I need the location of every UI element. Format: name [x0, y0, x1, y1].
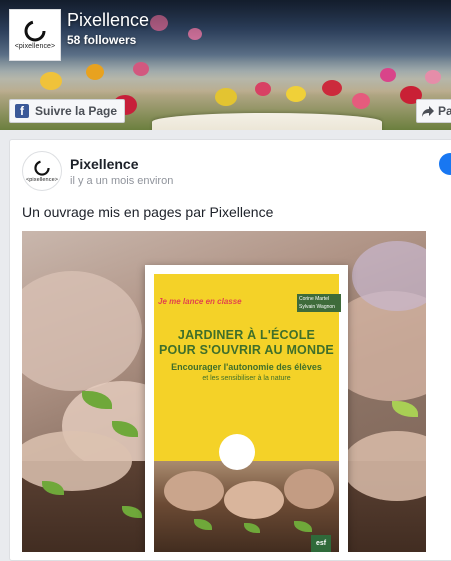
post-timestamp[interactable]: il y a un mois environ	[70, 175, 173, 187]
post-author-link[interactable]: Pixellence	[70, 156, 139, 172]
logo-mark-icon	[34, 159, 50, 176]
seedling	[244, 523, 260, 533]
cover-flower	[322, 80, 342, 96]
cover-flower	[352, 93, 370, 109]
book-subtitle-2: et les sensibiliser à la nature	[202, 375, 291, 382]
facebook-icon: f	[15, 104, 29, 118]
cover-flower	[286, 86, 306, 102]
seedling	[194, 519, 212, 530]
follow-page-button[interactable]: f Suivre la Page	[9, 99, 125, 123]
share-label: Pa	[438, 104, 451, 118]
post-avatar[interactable]: <pixellence>	[22, 151, 62, 191]
cover-flower	[40, 72, 62, 90]
page-logo[interactable]: <pixellence>	[9, 9, 61, 61]
post-image[interactable]: Je me lance en classe Corine Martel Sylv…	[22, 231, 426, 552]
hand-shape	[224, 481, 284, 519]
logo-mark-icon	[24, 20, 46, 42]
book-tagline: Je me lance en classe	[158, 297, 242, 306]
seedling	[294, 521, 312, 532]
cover-flower	[133, 62, 149, 76]
cover-flower	[425, 70, 441, 84]
book-cover-circle	[219, 434, 255, 470]
share-button[interactable]: Pa	[416, 99, 451, 123]
hand-shape	[284, 469, 334, 509]
cover-flower	[215, 88, 237, 106]
cover-book-pages	[152, 113, 382, 130]
cover-flower	[380, 68, 396, 82]
avatar-logo-text: <pixellence>	[25, 176, 59, 183]
page-name-link[interactable]: Pixellence	[67, 10, 149, 31]
cover-flower	[255, 82, 271, 96]
book-title-line-1: JARDINER À L'ÉCOLE	[177, 328, 316, 342]
book-authors: Corine Martel Sylvain Wagnon	[297, 294, 341, 312]
book-title-line-2: POUR S'OUVRIR AU MONDE	[159, 343, 334, 357]
share-icon	[422, 105, 434, 117]
hand-shape	[22, 271, 142, 391]
publisher-logo: esf	[311, 535, 331, 552]
logo-text: <pixellence>	[14, 43, 56, 50]
post-text: Un ouvrage mis en pages par Pixellence	[22, 204, 274, 220]
cover-flower	[86, 64, 104, 80]
book-cover-yellow-panel: Je me lance en classe Corine Martel Sylv…	[154, 274, 341, 461]
book-cover: Je me lance en classe Corine Martel Sylv…	[145, 265, 348, 552]
follower-count: 58 followers	[67, 33, 137, 47]
follow-page-label: Suivre la Page	[35, 104, 118, 118]
book-subtitle: Encourager l'autonomie des élèves	[171, 362, 322, 372]
hand-shape	[164, 471, 224, 511]
seedling	[392, 401, 418, 417]
book-title: JARDINER À L'ÉCOLE POUR S'OUVRIR AU MOND…	[154, 328, 339, 358]
